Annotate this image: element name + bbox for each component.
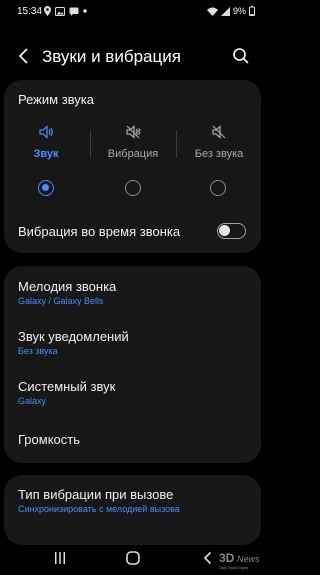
status-time: 15:34	[17, 6, 43, 17]
list-item-system-sound[interactable]: Системный звук Galaxy	[4, 366, 261, 416]
svg-text:News: News	[237, 554, 260, 564]
sound-mode-label: Режим звука	[18, 92, 94, 107]
sound-mode-option-vibrate[interactable]: Вибрация	[93, 124, 173, 160]
sound-mode-option-label: Звук	[33, 148, 59, 160]
recents-icon[interactable]	[53, 551, 67, 565]
list-item-subtitle: Galaxy / Galaxy Bells	[18, 296, 104, 306]
divider	[90, 130, 91, 158]
status-bar: 15:34 9%	[0, 0, 265, 24]
svg-text:Daily Digital Digest: Daily Digital Digest	[219, 566, 248, 570]
sound-mode-option-mute[interactable]: Без звука	[179, 124, 259, 160]
list-item-call-vibration[interactable]: Тип вибрации при вызове Синхронизировать…	[4, 475, 261, 525]
sound-settings-card: Мелодия звонка Galaxy / Galaxy Bells Зву…	[4, 266, 261, 463]
list-item-subtitle: Galaxy	[18, 396, 47, 406]
home-icon[interactable]	[125, 550, 141, 566]
sound-mode-option-label: Без звука	[194, 148, 244, 160]
header: Звуки и вибрация	[0, 40, 265, 72]
list-item-title: Громкость	[18, 432, 80, 447]
list-item-notification-sound[interactable]: Звук уведомлений Без звука	[4, 316, 261, 366]
mute-icon	[212, 125, 226, 139]
gallery-icon	[55, 6, 65, 16]
list-item-subtitle: Без звука	[18, 346, 58, 356]
location-icon	[44, 6, 51, 16]
list-item-title: Системный звук	[18, 379, 116, 394]
list-item-title: Мелодия звонка	[18, 279, 117, 294]
list-item-subtitle: Синхронизировать с мелодией вызова	[18, 504, 180, 514]
vibrate-while-ringing-toggle[interactable]	[217, 223, 246, 239]
battery-icon	[249, 6, 255, 16]
back-arrow-icon[interactable]	[14, 46, 34, 66]
radio-vibrate[interactable]	[125, 180, 141, 196]
list-item-title: Тип вибрации при вызове	[18, 487, 174, 502]
sound-mode-option-sound[interactable]: Звук	[6, 124, 86, 160]
vibrate-while-ringing-label: Вибрация во время звонка	[18, 224, 181, 239]
svg-text:3D: 3D	[219, 551, 235, 565]
divider	[176, 130, 177, 158]
wifi-icon	[206, 7, 218, 16]
battery-percent: 9%	[232, 6, 246, 16]
toggle-knob	[219, 225, 230, 236]
vibrate-icon	[126, 125, 141, 139]
sound-mode-option-label: Вибрация	[107, 148, 159, 160]
radio-sound[interactable]	[38, 180, 54, 196]
dot-icon	[83, 9, 87, 13]
signal-icon	[220, 6, 230, 16]
speaker-icon	[39, 125, 53, 139]
list-item-title: Звук уведомлений	[18, 329, 129, 344]
vibration-card: Тип вибрации при вызове Синхронизировать…	[4, 475, 261, 545]
watermark-logo: 3D News Daily Digital Digest	[219, 551, 260, 570]
nav-back-icon[interactable]	[201, 551, 215, 565]
radio-mute[interactable]	[210, 180, 226, 196]
sound-mode-card: Режим звука Звук Вибрация Без звука Вибр…	[4, 80, 261, 253]
search-icon[interactable]	[231, 46, 251, 66]
page-title: Звуки и вибрация	[42, 47, 181, 66]
list-item-ringtone[interactable]: Мелодия звонка Galaxy / Galaxy Bells	[4, 266, 261, 316]
list-item-volume[interactable]: Громкость	[4, 416, 261, 463]
message-icon	[69, 7, 79, 16]
